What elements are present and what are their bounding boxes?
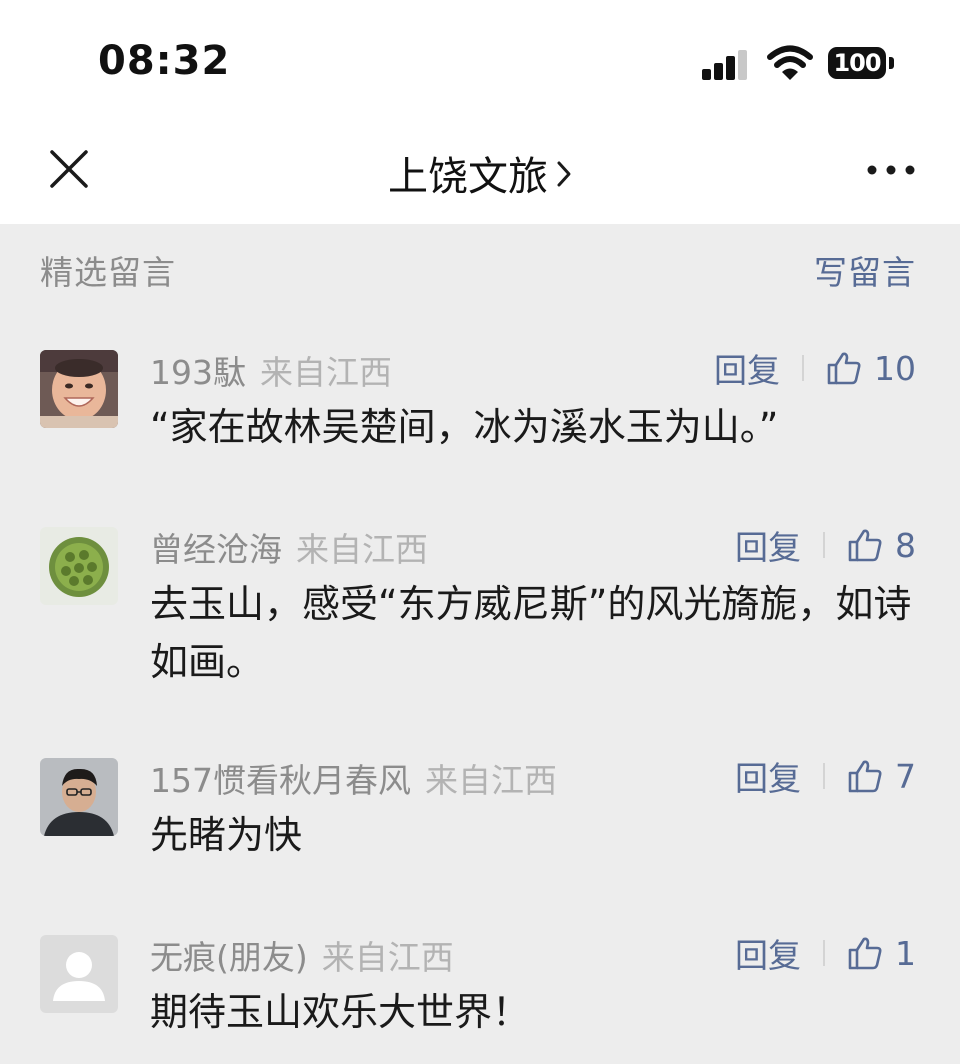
- comment-actions: 回复 7: [735, 752, 916, 800]
- battery-tip: [889, 57, 894, 69]
- like-count: 1: [895, 933, 916, 973]
- thumbs-up-icon: [848, 760, 882, 793]
- avatar[interactable]: [40, 527, 118, 605]
- like-count: 7: [895, 756, 916, 796]
- more-icon[interactable]: [866, 158, 916, 182]
- comment-author[interactable]: 157惯看秋月春风: [150, 761, 411, 800]
- like-button[interactable]: 1: [847, 934, 916, 973]
- comment-location: 来自江西: [321, 938, 454, 977]
- comment-location: 来自江西: [425, 761, 557, 800]
- default-user-avatar: [40, 935, 118, 1013]
- avatar[interactable]: [40, 350, 118, 428]
- thumbs-up-icon: [848, 937, 882, 970]
- battery-level: 100: [833, 49, 881, 77]
- man-portrait-avatar: [40, 758, 118, 836]
- comment-location: 来自江西: [296, 530, 428, 569]
- write-comment-button[interactable]: 写留言: [814, 246, 916, 294]
- divider: [823, 532, 825, 558]
- comment-actions: 回复 10: [714, 344, 916, 392]
- divider: [823, 763, 825, 789]
- comment-text: 期待玉山欢乐大世界！: [150, 990, 531, 1034]
- chevron-right-icon: [557, 161, 571, 187]
- comment-author-line: 157惯看秋月春风 来自江西: [150, 754, 557, 802]
- thumbs-up-icon: [827, 352, 861, 385]
- comment-text: “家在故林吴楚间，冰为溪水玉为山。”: [150, 405, 779, 449]
- top-bar: 08:32 100 上饶文旅: [0, 0, 960, 224]
- reply-button[interactable]: 回复: [735, 929, 801, 977]
- reply-button[interactable]: 回复: [714, 344, 780, 392]
- child-photo-avatar: [40, 350, 118, 428]
- account-title[interactable]: 上饶文旅: [0, 144, 960, 202]
- comment-author-line: 193駄 来自江西: [150, 346, 392, 394]
- lotus-pod-avatar: [40, 527, 118, 605]
- comment-actions: 回复 8: [735, 521, 916, 569]
- like-count: 10: [874, 348, 916, 388]
- reply-button[interactable]: 回复: [735, 752, 801, 800]
- comment-actions: 回复 1: [735, 929, 916, 977]
- comment-author-line: 曾经沧海 来自江西: [150, 523, 428, 571]
- wifi-icon: [767, 45, 813, 80]
- thumbs-up-icon: [848, 529, 882, 562]
- comment-author[interactable]: 193駄: [150, 353, 246, 392]
- featured-comments-title: 精选留言: [40, 253, 176, 292]
- account-name: 上饶文旅: [388, 154, 548, 200]
- article-comments-page: 08:32 100 上饶文旅 精选留言 写留言 193駄 来自江西 回复 10 …: [0, 0, 960, 1064]
- like-button[interactable]: 10: [826, 349, 916, 388]
- avatar[interactable]: [40, 935, 118, 1013]
- divider: [802, 355, 804, 381]
- comment-author[interactable]: 曾经沧海: [150, 530, 282, 569]
- comment-location: 来自江西: [260, 353, 392, 392]
- like-button[interactable]: 8: [847, 526, 916, 565]
- like-button[interactable]: 7: [847, 757, 916, 796]
- signal-icon: [702, 50, 748, 80]
- divider: [823, 940, 825, 966]
- comment-author-line: 无痕(朋友) 来自江西: [150, 931, 454, 979]
- comment-author[interactable]: 无痕(朋友): [150, 938, 308, 977]
- comment-text: 去玉山，感受“东方威尼斯”的风光旖旎，如诗如画。: [150, 582, 912, 684]
- battery-icon: 100: [828, 47, 886, 79]
- like-count: 8: [895, 525, 916, 565]
- reply-button[interactable]: 回复: [735, 521, 801, 569]
- comment-text: 先睹为快: [150, 813, 303, 857]
- status-time: 08:32: [98, 38, 231, 84]
- avatar[interactable]: [40, 758, 118, 836]
